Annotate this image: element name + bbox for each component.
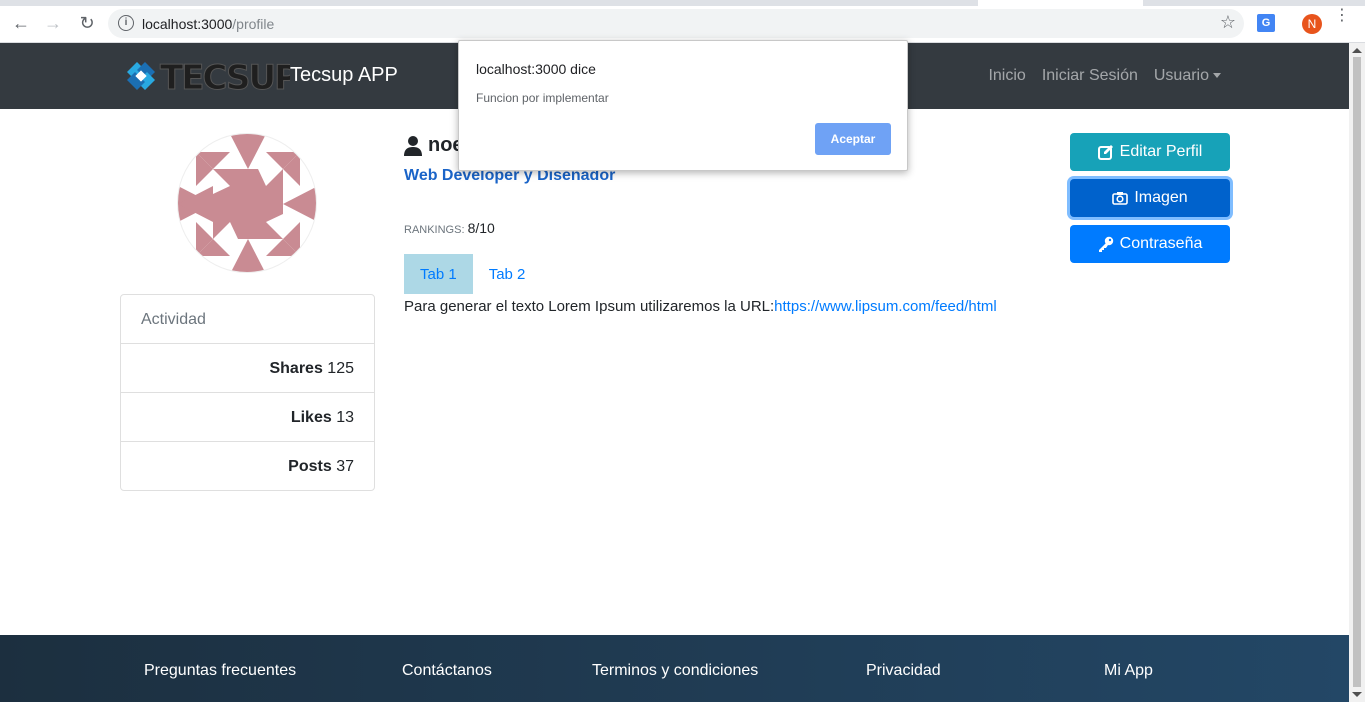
url-path: /profile	[232, 16, 275, 32]
tab-strip	[0, 0, 1365, 6]
activity-row-shares: Shares 125	[121, 344, 374, 393]
footer-link-contact[interactable]: Contáctanos	[402, 662, 492, 680]
activity-row-posts: Posts 37	[121, 442, 374, 491]
address-bar[interactable]: i localhost:3000/profile ☆	[108, 9, 1244, 38]
activity-label: Posts	[288, 458, 332, 475]
site-footer: Preguntas frecuentes Contáctanos Termino…	[0, 635, 1349, 702]
lipsum-link[interactable]: https://www.lipsum.com/feed/html	[774, 298, 997, 315]
profile-avatar	[177, 133, 317, 273]
image-button[interactable]: Imagen	[1070, 179, 1230, 217]
browser-menu-icon[interactable]: ⋮	[1334, 8, 1350, 34]
image-label: Imagen	[1134, 189, 1188, 206]
footer-link-my-app[interactable]: Mi App	[1104, 662, 1153, 680]
profile-name-heading: noe	[404, 134, 464, 157]
back-arrow-icon[interactable]: ←	[10, 12, 32, 34]
tab-1[interactable]: Tab 1	[404, 254, 473, 294]
key-icon	[1098, 236, 1113, 252]
camera-icon	[1112, 192, 1129, 205]
nav-link-inicio[interactable]: Inicio	[988, 67, 1025, 85]
activity-value: 125	[327, 360, 354, 377]
activity-label: Likes	[290, 409, 332, 426]
edit-profile-label: Editar Perfil	[1119, 143, 1203, 160]
brand-title[interactable]: Tecsup APP	[290, 64, 398, 87]
scroll-up-icon[interactable]	[1352, 48, 1362, 53]
activity-header: Actividad	[121, 295, 374, 344]
chevron-down-icon	[1213, 73, 1221, 79]
bookmark-star-icon[interactable]: ☆	[1220, 12, 1236, 33]
edit-icon	[1097, 145, 1113, 160]
rankings-value: 8/10	[467, 220, 495, 236]
browser-toolbar: ← → ↻ i localhost:3000/profile ☆ G N ⋮	[0, 0, 1365, 43]
alert-dialog: localhost:3000 dice Funcion por implemen…	[458, 40, 908, 171]
activity-label: Shares	[269, 360, 323, 377]
nav-dropdown-usuario[interactable]: Usuario	[1154, 67, 1221, 85]
activity-value: 13	[336, 409, 354, 426]
svg-text:TECSUP: TECSUP	[160, 58, 290, 97]
activity-card: Actividad Shares 125 Likes 13 Posts 37	[120, 294, 375, 491]
info-icon[interactable]: i	[118, 15, 134, 31]
edit-profile-button[interactable]: Editar Perfil	[1070, 133, 1230, 171]
scrollbar-thumb[interactable]	[1353, 57, 1361, 687]
tab-2[interactable]: Tab 2	[473, 254, 542, 294]
reload-icon[interactable]: ↻	[76, 12, 98, 34]
nav-links: Inicio Iniciar Sesión Usuario	[988, 67, 1221, 85]
browser-profile-avatar[interactable]: N	[1302, 14, 1322, 34]
tab-content: Para generar el texto Lorem Ipsum utiliz…	[404, 298, 997, 315]
accept-button[interactable]: Aceptar	[815, 123, 891, 155]
password-label: Contraseña	[1119, 235, 1203, 252]
alert-message: Funcion por implementar	[476, 91, 609, 105]
footer-link-terms[interactable]: Terminos y condiciones	[592, 662, 758, 680]
tecsup-logo[interactable]: TECSUP	[120, 55, 290, 97]
user-icon	[404, 135, 422, 156]
nav-link-iniciar-sesion[interactable]: Iniciar Sesión	[1042, 67, 1138, 85]
active-browser-tab[interactable]	[978, 0, 1143, 6]
password-button[interactable]: Contraseña	[1070, 225, 1230, 263]
page-scrollbar[interactable]	[1349, 43, 1365, 702]
scroll-down-icon[interactable]	[1352, 692, 1362, 697]
activity-value: 37	[336, 458, 354, 475]
rankings: RANKINGS: 8/10	[404, 220, 495, 236]
footer-link-faq[interactable]: Preguntas frecuentes	[144, 662, 296, 680]
activity-row-likes: Likes 13	[121, 393, 374, 442]
url-host: localhost:3000	[142, 16, 233, 32]
identicon-image	[178, 134, 316, 272]
alert-title: localhost:3000 dice	[476, 61, 596, 77]
footer-link-privacy[interactable]: Privacidad	[866, 662, 941, 680]
tab-content-text: Para generar el texto Lorem Ipsum utiliz…	[404, 298, 775, 315]
forward-arrow-icon[interactable]: →	[42, 12, 64, 34]
translate-extension-icon[interactable]: G	[1257, 14, 1275, 32]
profile-tabs: Tab 1 Tab 2	[404, 254, 541, 294]
nav-dropdown-label: Usuario	[1153, 67, 1209, 84]
url-text[interactable]: localhost:3000/profile	[142, 16, 274, 32]
rankings-label: RANKINGS:	[404, 224, 465, 236]
